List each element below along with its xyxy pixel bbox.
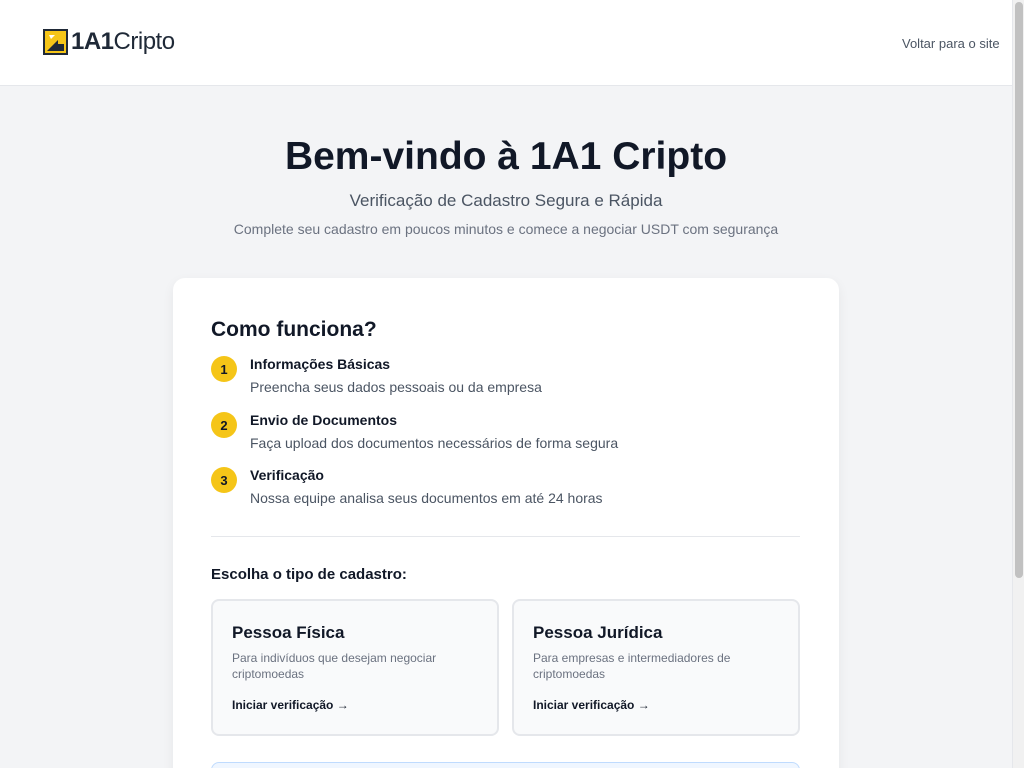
step-number-badge: 2 <box>211 412 237 438</box>
step-title: Informações Básicas <box>250 356 391 372</box>
page-scrollbar[interactable] <box>1012 0 1024 768</box>
option-pessoa-fisica[interactable]: Pessoa Física Para indivíduos que deseja… <box>211 599 499 736</box>
choose-type-title: Escolha o tipo de cadastro: <box>211 566 407 583</box>
step-number-badge: 3 <box>211 467 237 493</box>
info-box <box>211 762 800 768</box>
option-pessoa-juridica[interactable]: Pessoa Jurídica Para empresas e intermed… <box>512 599 800 736</box>
step-description: Preencha seus dados pessoais ou da empre… <box>250 379 542 395</box>
how-it-works-title: Como funciona? <box>211 318 377 341</box>
step-title: Verificação <box>250 467 324 483</box>
back-to-site-link[interactable]: Voltar para o site <box>902 36 1000 51</box>
option-title: Pessoa Física <box>232 623 345 642</box>
site-header: 1A1Cripto Voltar para o site <box>0 0 1012 86</box>
option-title: Pessoa Jurídica <box>533 623 663 642</box>
scrollbar-thumb[interactable] <box>1015 2 1023 578</box>
page-title: Bem-vindo à 1A1 Cripto <box>284 135 728 178</box>
step-number-badge: 1 <box>211 356 237 382</box>
logo-text: 1A1Cripto <box>71 28 175 55</box>
step-description: Faça upload dos documentos necessários d… <box>250 435 619 451</box>
logo-mark-icon <box>43 29 68 55</box>
start-verification-link[interactable]: Iniciar verificação → <box>232 698 349 712</box>
page-subtitle: Verificação de Cadastro Segura e Rápida <box>349 191 663 210</box>
registration-card: Como funciona? 1 Informações Básicas Pre… <box>173 278 839 768</box>
start-verification-link[interactable]: Iniciar verificação → <box>533 698 650 712</box>
section-divider <box>211 536 800 537</box>
option-description: Para empresas e intermediadores de cript… <box>533 651 731 681</box>
brand-logo[interactable]: 1A1Cripto <box>43 28 175 56</box>
option-description: Para indivíduos que desejam negociar cri… <box>232 651 437 681</box>
step-description: Nossa equipe analisa seus documentos em … <box>250 490 603 506</box>
page-description: Complete seu cadastro em poucos minutos … <box>233 221 779 237</box>
step-title: Envio de Documentos <box>250 412 398 428</box>
